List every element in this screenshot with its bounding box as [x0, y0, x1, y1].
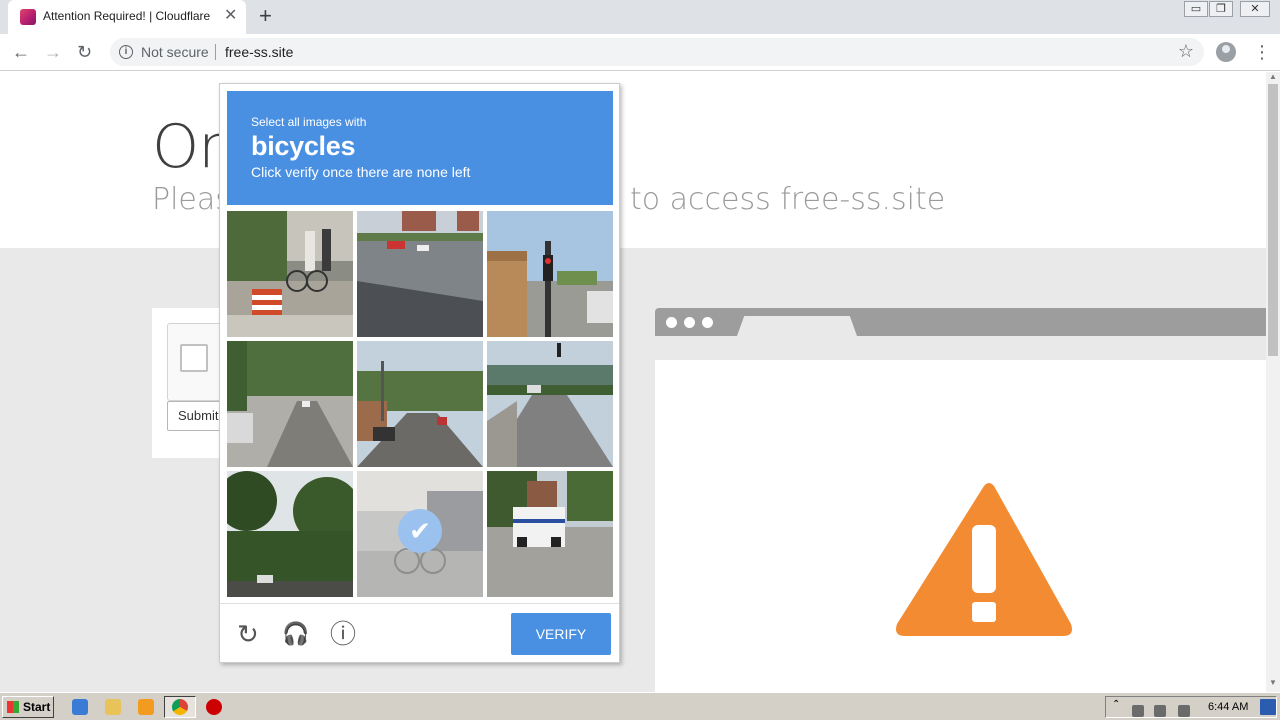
hero-section: On Pleas to access free-ss.site: [0, 72, 1266, 248]
page-content: On Pleas to access free-ss.site Submit A…: [0, 72, 1266, 692]
browser-illustration: [655, 308, 1266, 692]
illustration-dot: [702, 317, 713, 328]
image-tile[interactable]: [227, 471, 353, 597]
show-desktop-icon[interactable]: [1260, 699, 1276, 715]
chrome-icon: [172, 699, 188, 715]
url-text[interactable]: free-ss.site: [225, 44, 293, 60]
verify-button[interactable]: VERIFY: [511, 613, 611, 655]
illustration-body: [655, 360, 1266, 692]
info-icon[interactable]: i: [119, 45, 133, 59]
page-scrollbar[interactable]: ▲ ▼: [1266, 72, 1280, 692]
reload-button[interactable]: ↻: [77, 40, 92, 64]
chrome-taskbar-button[interactable]: [164, 696, 196, 718]
submit-button[interactable]: Submit: [167, 401, 227, 431]
forward-button[interactable]: →: [44, 40, 62, 64]
challenge-keyword: bicycles: [251, 131, 356, 161]
image-tile[interactable]: [487, 211, 613, 337]
browser-toolbar: ← → ↻ i Not secure free-ss.site ☆ ⋮: [0, 34, 1280, 71]
image-tile[interactable]: [227, 211, 353, 337]
warning-icon: [896, 483, 1072, 636]
address-bar[interactable]: i Not secure free-ss.site ☆: [110, 38, 1204, 66]
challenge-header: Select all images with bicycles Click ve…: [227, 91, 613, 205]
tray-expand-icon[interactable]: ⌃: [1112, 699, 1124, 711]
back-button[interactable]: ←: [12, 40, 30, 64]
folder-icon[interactable]: [105, 699, 121, 715]
bookmark-star-icon[interactable]: ☆: [1178, 41, 1194, 62]
scroll-up-icon[interactable]: ▲: [1269, 72, 1277, 81]
restore-button[interactable]: ❐: [1209, 1, 1233, 17]
help-info-icon[interactable]: ⓘ: [330, 620, 356, 648]
system-tray: ⌃: [1105, 696, 1277, 718]
profile-avatar-icon[interactable]: [1216, 42, 1236, 62]
menu-icon[interactable]: ⋮: [1253, 40, 1271, 64]
volume-icon[interactable]: [1154, 705, 1166, 717]
minimize-button[interactable]: ▭: [1184, 1, 1208, 17]
cloudflare-favicon-icon: [20, 9, 36, 25]
page-subtitle-right: to access free-ss.site: [630, 182, 946, 217]
illustration-tab: [737, 316, 857, 336]
stop-icon[interactable]: [206, 699, 222, 715]
tab-title: Attention Required! | Cloudflare: [43, 9, 211, 23]
recaptcha-anchor: [167, 323, 227, 401]
internet-explorer-icon[interactable]: [72, 699, 88, 715]
image-tile[interactable]: [487, 471, 613, 597]
illustration-strip: [655, 336, 1266, 360]
anyrun-watermark: ANY ▷ RUN: [1038, 684, 1266, 692]
tab-strip: Attention Required! | Cloudflare ✕ + ▭ ❐…: [0, 0, 1280, 34]
audio-challenge-icon[interactable]: 🎧: [282, 620, 309, 648]
image-tile-selected[interactable]: ✔: [357, 471, 483, 597]
illustration-dot: [684, 317, 695, 328]
network-icon[interactable]: [1132, 705, 1144, 717]
windows-taskbar: Start ⌃ 6:44 AM: [0, 692, 1280, 720]
clock: 6:44 AM: [1208, 701, 1249, 713]
challenge-divider: [220, 603, 619, 604]
image-tile[interactable]: [227, 341, 353, 467]
illustration-titlebar: [655, 308, 1266, 336]
image-tile[interactable]: [357, 341, 483, 467]
recaptcha-challenge: Select all images with bicycles Click ve…: [219, 83, 620, 663]
illustration-dot: [666, 317, 677, 328]
challenge-instruction: Select all images with: [251, 115, 367, 129]
challenge-hint: Click verify once there are none left: [251, 164, 471, 180]
recaptcha-checkbox[interactable]: [180, 344, 208, 372]
new-tab-button[interactable]: +: [259, 4, 272, 28]
close-window-button[interactable]: ✕: [1240, 1, 1270, 17]
image-tile[interactable]: [487, 341, 613, 467]
tab-close-icon[interactable]: ✕: [224, 7, 237, 25]
selected-check-icon: ✔: [398, 509, 442, 553]
browser-tab[interactable]: Attention Required! | Cloudflare ✕: [8, 0, 246, 34]
scroll-thumb[interactable]: [1268, 84, 1278, 356]
start-button[interactable]: Start: [2, 696, 54, 718]
image-tile[interactable]: [357, 211, 483, 337]
security-label[interactable]: Not secure: [141, 44, 209, 60]
media-player-icon[interactable]: [138, 699, 154, 715]
scroll-down-icon[interactable]: ▼: [1269, 678, 1277, 687]
divider: [215, 44, 216, 60]
flag-icon[interactable]: [1178, 705, 1190, 717]
reload-challenge-icon[interactable]: ↻: [237, 620, 259, 648]
